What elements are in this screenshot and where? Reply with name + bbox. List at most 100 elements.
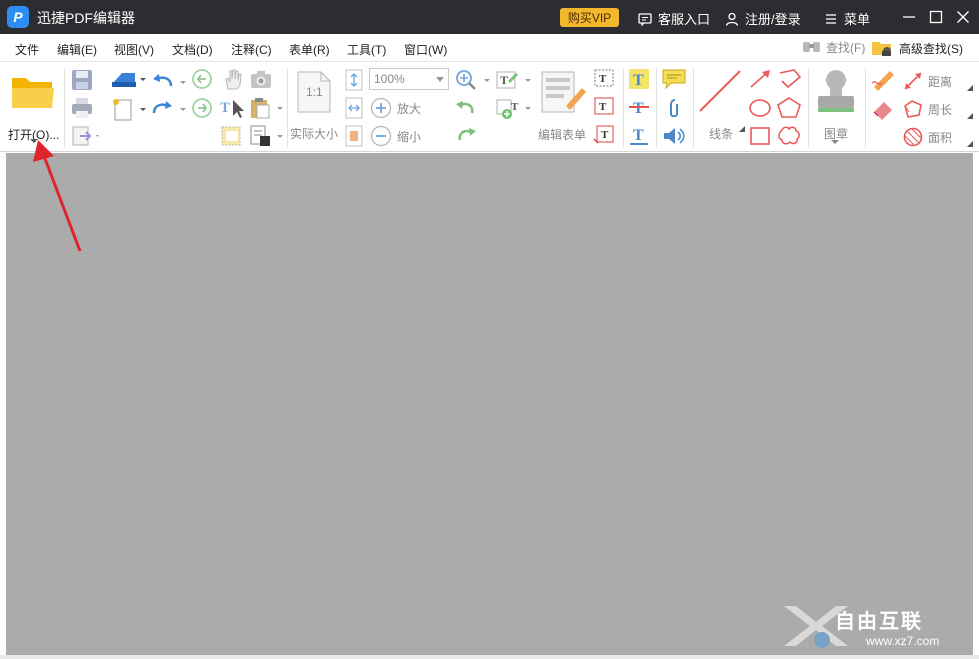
minimize-button[interactable] — [898, 6, 920, 28]
title-bar: P 迅捷PDF编辑器 购买VIP 客服入口 注册/登录 菜单 — [0, 0, 979, 34]
open-button[interactable]: 打开(O)... — [8, 68, 60, 148]
watermark-text: 自由互联 — [835, 611, 923, 633]
select-area-icon[interactable] — [219, 124, 245, 148]
separator — [623, 68, 624, 148]
svg-text:T: T — [633, 72, 644, 89]
fit-page-icon[interactable] — [343, 68, 365, 92]
document-workspace[interactable] — [6, 153, 973, 655]
pencil-icon[interactable] — [870, 67, 898, 91]
lines-button[interactable]: 线条 — [697, 68, 741, 148]
close-button[interactable] — [952, 6, 974, 28]
redo-icon[interactable] — [151, 97, 187, 119]
stamp-button[interactable]: 图章 — [812, 68, 860, 148]
app-title: 迅捷PDF编辑器 — [37, 10, 135, 26]
menu-file[interactable]: 文件 — [15, 41, 39, 58]
text-field-icon[interactable]: T — [495, 68, 535, 92]
next-view-icon[interactable] — [191, 97, 213, 119]
callout-tool-icon[interactable]: T — [592, 95, 618, 119]
expand-corner-icon[interactable] — [966, 84, 974, 92]
zoom-tool-icon[interactable] — [454, 68, 494, 92]
customer-service-label: 客服入口 — [658, 12, 711, 27]
folder-open-icon — [12, 78, 54, 108]
rotate-left-icon[interactable] — [454, 98, 478, 120]
distance-button[interactable]: 距离 — [902, 70, 964, 92]
zoom-in-label: 放大 — [397, 102, 422, 116]
find-button[interactable]: 查找(F) — [802, 38, 865, 56]
menu-form[interactable]: 表单(R) — [289, 41, 330, 58]
sound-icon[interactable] — [661, 124, 689, 148]
note-icon[interactable] — [661, 67, 689, 91]
main-menu-label: 菜单 — [844, 12, 871, 27]
zoom-out-label: 缩小 — [397, 130, 422, 144]
customer-service-button[interactable]: 客服入口 — [638, 9, 710, 28]
separator — [808, 68, 809, 148]
expand-corner-icon[interactable] — [966, 140, 974, 148]
undo-icon[interactable] — [151, 70, 187, 92]
menu-window[interactable]: 窗口(W) — [404, 41, 447, 58]
strikeout-text-icon[interactable]: T — [627, 96, 651, 118]
menu-comment[interactable]: 注释(C) — [231, 41, 272, 58]
zoom-out-button[interactable]: 缩小 — [370, 125, 440, 147]
add-field-icon[interactable]: T — [495, 96, 535, 120]
menu-tools[interactable]: 工具(T) — [347, 41, 386, 58]
select-text-icon[interactable]: T — [219, 96, 247, 118]
login-label: 注册/登录 — [745, 12, 801, 27]
maximize-button[interactable] — [925, 6, 947, 28]
svg-text:T: T — [599, 73, 607, 85]
print-icon[interactable] — [71, 97, 93, 119]
folder-search-icon — [872, 42, 891, 56]
eraser-icon[interactable] — [870, 96, 898, 120]
typewriter-tool-icon[interactable]: T — [592, 123, 618, 147]
find-replace-icon[interactable] — [249, 124, 285, 148]
actual-size-icon-text: 1:1 — [306, 85, 323, 99]
perimeter-button[interactable]: 周长 — [902, 98, 964, 120]
main-menu-button[interactable]: 菜单 — [824, 9, 870, 28]
advanced-find-button[interactable]: 高级查找(S) — [871, 38, 963, 58]
maximize-icon — [929, 10, 943, 24]
zoom-select[interactable]: 100% — [369, 68, 449, 90]
chevron-down-icon — [436, 77, 444, 82]
text-box-tool-icon[interactable]: T — [592, 67, 618, 91]
previous-view-icon[interactable] — [191, 68, 213, 90]
svg-text:T: T — [601, 129, 609, 141]
perimeter-label: 周长 — [928, 103, 953, 117]
paste-icon[interactable] — [249, 96, 285, 120]
polygon-tool-icon[interactable] — [776, 96, 804, 120]
expand-corner-icon[interactable] — [738, 125, 746, 133]
area-label: 面积 — [928, 131, 953, 145]
rotate-right-icon[interactable] — [454, 125, 478, 147]
arrow-tool-icon[interactable] — [747, 67, 775, 91]
hand-tool-icon[interactable] — [221, 67, 245, 91]
find-label: 查找(F) — [826, 40, 866, 55]
new-document-icon[interactable] — [110, 97, 146, 121]
actual-size-button[interactable]: 1:1 实际大小 — [289, 68, 341, 148]
snapshot-icon[interactable] — [249, 68, 273, 90]
fit-width-icon[interactable] — [343, 96, 365, 120]
menu-document[interactable]: 文档(D) — [172, 41, 213, 58]
binoculars-icon — [803, 42, 820, 52]
underline-text-icon[interactable]: T — [627, 124, 651, 146]
zoom-in-button[interactable]: 放大 — [370, 97, 440, 119]
menu-view[interactable]: 视图(V) — [114, 41, 154, 58]
stamp-icon — [818, 70, 854, 112]
actual-size-label: 实际大小 — [290, 127, 339, 141]
menu-edit[interactable]: 编辑(E) — [57, 41, 97, 58]
polyline-tool-icon[interactable] — [776, 67, 804, 91]
area-button[interactable]: 面积 — [902, 126, 964, 148]
expand-corner-icon[interactable] — [966, 112, 974, 120]
svg-text:T: T — [633, 100, 644, 117]
scan-icon[interactable] — [110, 69, 146, 91]
login-button[interactable]: 注册/登录 — [725, 9, 801, 28]
save-icon[interactable] — [71, 69, 93, 91]
distance-label: 距离 — [928, 75, 953, 89]
attachment-icon[interactable] — [661, 96, 689, 120]
edit-form-button[interactable]: 编辑表单 — [537, 68, 591, 148]
buy-vip-button[interactable]: 购买VIP — [560, 8, 619, 27]
highlight-text-icon[interactable]: T — [627, 68, 651, 90]
cloud-tool-icon[interactable] — [776, 124, 804, 148]
fit-visible-icon[interactable] — [343, 124, 365, 148]
chat-icon — [638, 12, 652, 26]
ellipse-tool-icon[interactable] — [747, 96, 775, 120]
stamp-dropdown-icon[interactable] — [830, 139, 840, 145]
rectangle-tool-icon[interactable] — [747, 124, 775, 148]
